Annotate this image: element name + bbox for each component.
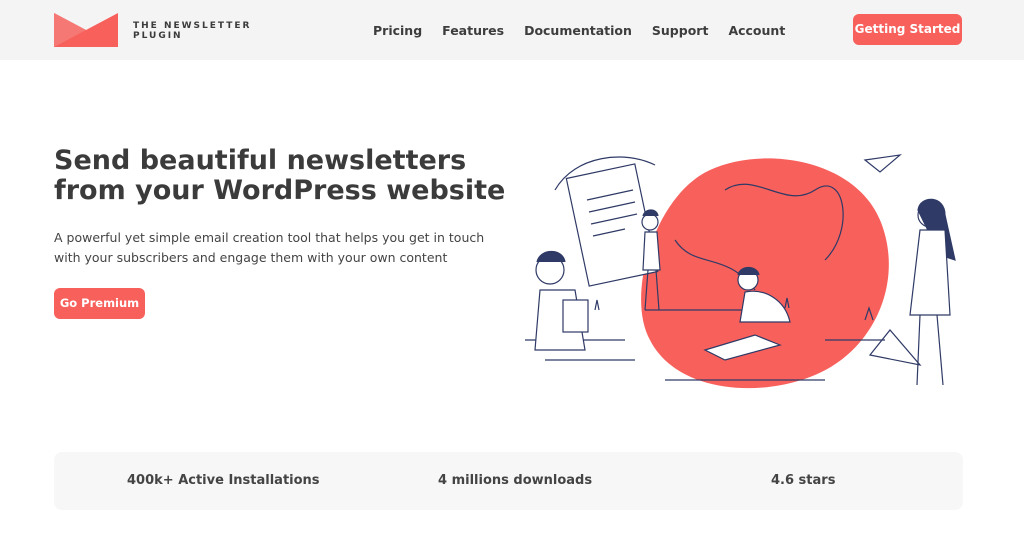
brand-name[interactable]: THE NEWSLETTER PLUGIN — [133, 21, 252, 41]
nav-item-support[interactable]: Support — [652, 23, 709, 38]
hero-subtitle: A powerful yet simple email creation too… — [54, 230, 485, 265]
stat-rating: 4.6 stars — [771, 473, 836, 488]
nav-item-account[interactable]: Account — [728, 23, 785, 38]
illustration-blob — [641, 158, 889, 389]
stat-installations: 400k+ Active Installations — [127, 473, 320, 488]
brand-name-line2: PLUGIN — [133, 31, 183, 41]
hero-title: Send beautiful newsletters from your Wor… — [54, 145, 506, 206]
newsletter-logo-icon[interactable] — [54, 13, 118, 47]
getting-started-button[interactable]: Getting Started — [853, 14, 962, 45]
brand-name-line1: THE NEWSLETTER — [133, 21, 252, 31]
nav-item-pricing[interactable]: Pricing — [373, 23, 422, 38]
nav-item-features[interactable]: Features — [442, 23, 504, 38]
stats-bar: 400k+ Active Installations 4 millions do… — [54, 452, 963, 510]
go-premium-button[interactable]: Go Premium — [54, 288, 145, 319]
site-header: THE NEWSLETTER PLUGIN Pricing Features D… — [0, 0, 1024, 60]
nav-item-documentation[interactable]: Documentation — [524, 23, 632, 38]
hero-illustration — [525, 154, 956, 389]
main-nav: Pricing Features Documentation Support A… — [373, 23, 805, 38]
stat-downloads: 4 millions downloads — [438, 473, 593, 488]
